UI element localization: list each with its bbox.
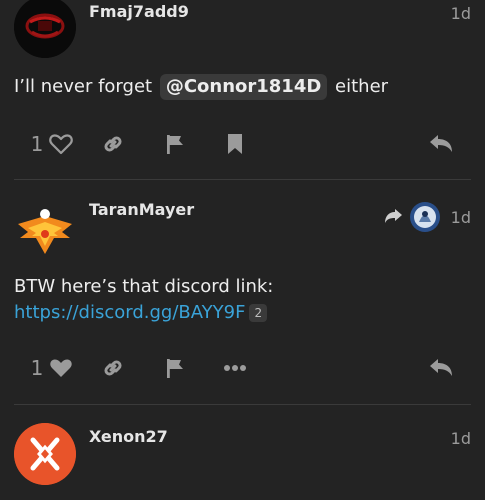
flag-button[interactable] [160, 124, 190, 164]
post-actions: 1 [0, 124, 485, 164]
post-xenon27: Xenon27 1d [0, 405, 485, 500]
copy-link-button[interactable] [98, 348, 128, 388]
bookmark-button[interactable] [220, 124, 250, 164]
flag-icon [164, 133, 186, 155]
avatar[interactable] [14, 423, 76, 485]
post-text: I’ll never forget [14, 76, 153, 97]
post-body: I’ll never forget @Connor1814D either [14, 74, 388, 100]
reply-to-indicator[interactable] [384, 202, 440, 236]
post-actions: 1 [0, 348, 485, 388]
flag-icon [164, 357, 186, 379]
post-date[interactable]: 1d [451, 4, 471, 23]
reply-arrow-icon [428, 357, 454, 379]
user-mention[interactable]: @Connor1814D [159, 74, 328, 100]
link-icon [101, 132, 125, 156]
heart-outline-icon [49, 133, 74, 155]
reply-to-avatar [410, 202, 440, 236]
username[interactable]: TaranMayer [89, 200, 194, 219]
like-count: 1 [30, 356, 44, 380]
flag-button[interactable] [160, 348, 190, 388]
post-fmaj7add9: Fmaj7add9 1d I’ll never forget @Connor18… [0, 0, 485, 180]
discord-link[interactable]: https://discord.gg/BAYY9F [14, 302, 245, 323]
post-body: BTW here’s that discord link: https://di… [14, 274, 273, 326]
post-date[interactable]: 1d [451, 429, 471, 448]
avatar-image [14, 0, 76, 58]
avatar[interactable] [14, 202, 76, 264]
username[interactable]: Xenon27 [89, 427, 168, 446]
username[interactable]: Fmaj7add9 [89, 2, 189, 21]
like-button[interactable]: 1 [22, 124, 82, 164]
bookmark-icon [226, 133, 244, 155]
avatar-image [18, 209, 72, 254]
heart-filled-icon [49, 357, 73, 379]
post-text: BTW here’s that discord link: [14, 276, 274, 297]
link-click-count: 2 [249, 304, 268, 322]
reply-button[interactable] [426, 348, 456, 388]
more-options-button[interactable] [220, 348, 250, 388]
like-count: 1 [30, 132, 44, 156]
post-date[interactable]: 1d [451, 208, 471, 227]
ellipsis-icon [223, 364, 247, 372]
like-button[interactable]: 1 [22, 348, 82, 388]
post-text: either [335, 76, 389, 97]
post-taranmayer: TaranMayer 1d BTW here’s that discord li… [0, 180, 485, 405]
link-icon [101, 356, 125, 380]
copy-link-button[interactable] [98, 124, 128, 164]
avatar-image [14, 423, 76, 485]
reply-arrow-icon [428, 133, 454, 155]
share-arrow-icon [384, 208, 404, 230]
reply-button[interactable] [426, 124, 456, 164]
avatar[interactable] [14, 0, 76, 58]
